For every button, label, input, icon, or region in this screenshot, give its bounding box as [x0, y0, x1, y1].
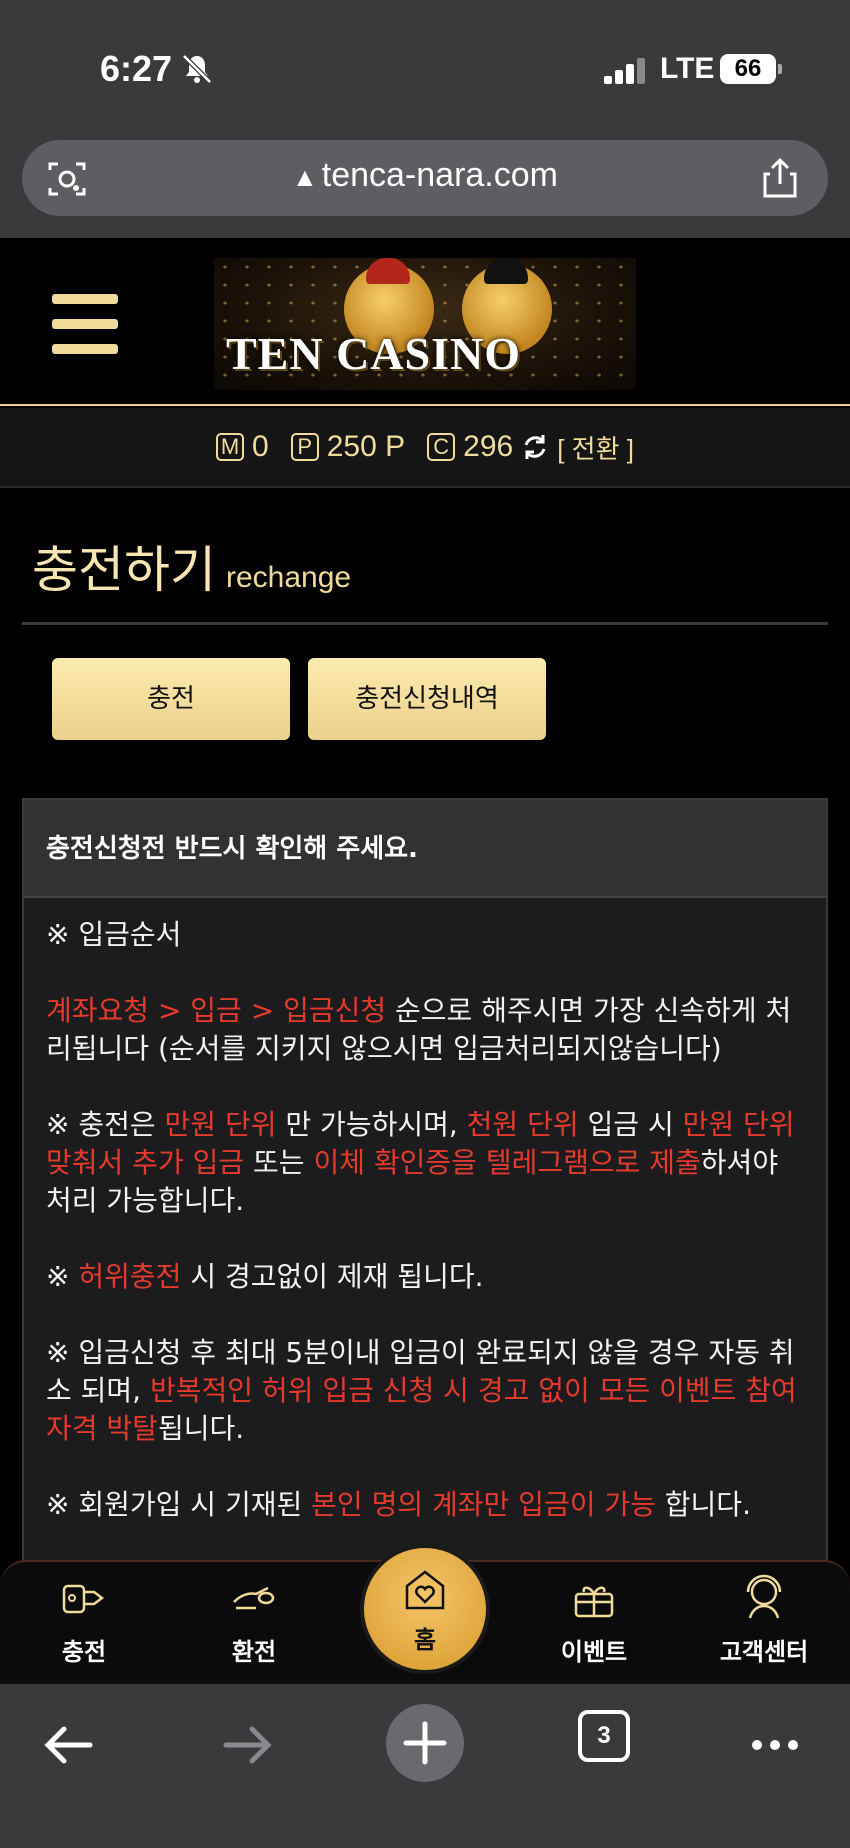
notice-order-steps: 계좌요청 > 입금 > 입금신청 순으로 해주시면 가장 신속하게 처리됩니다 …	[46, 994, 792, 1065]
forward-icon[interactable]	[212, 1710, 282, 1780]
gift-icon	[574, 1586, 614, 1618]
coin-icon: C	[427, 433, 456, 461]
nav-event[interactable]: 이벤트	[524, 1562, 664, 1686]
nav-exchange[interactable]: 환전	[184, 1562, 324, 1686]
page-title: 충전하기 rechange	[32, 530, 351, 602]
signal-icon	[604, 58, 646, 84]
nav-event-label: 이벤트	[560, 1638, 628, 1666]
page-subtitle: rechange	[226, 561, 352, 594]
notice-heading: 충전신청전 반드시 확인해 주세요.	[24, 800, 826, 898]
home-button[interactable]: 홈	[360, 1544, 490, 1674]
menu-icon[interactable]	[52, 294, 118, 354]
site-logo[interactable]: TEN CASINO	[214, 258, 636, 390]
notice-box: 충전신청전 반드시 확인해 주세요. ※ 입금순서 계좌요청 > 입금 > 입금…	[22, 798, 828, 1578]
notice-body: ※ 입금순서 계좌요청 > 입금 > 입금신청 순으로 해주시면 가장 신속하게…	[24, 898, 826, 1524]
nav-home-label: 홈	[413, 1626, 437, 1654]
nav-charge[interactable]: 충전	[14, 1562, 154, 1686]
convert-button[interactable]: [ 전환 ]	[557, 429, 634, 466]
more-icon[interactable]	[740, 1710, 810, 1780]
money-icon: M	[216, 433, 245, 461]
point-icon: P	[290, 433, 319, 461]
site-header: TEN CASINO	[0, 238, 850, 406]
nav-exchange-label: 환전	[231, 1638, 277, 1666]
nav-charge-label: 충전	[61, 1638, 107, 1666]
notice-unit-rule: ※ 충전은 만원 단위 만 가능하시며, 천원 단위 입금 시 만원 단위 맞춰…	[46, 1108, 795, 1217]
coin-balance: C 296 [ 전환 ]	[427, 429, 634, 466]
status-time: 6:27	[100, 48, 173, 89]
point-value: 250 P	[326, 430, 406, 463]
point-balance: P 250 P	[290, 430, 406, 464]
browser-chrome-top: 6:27 LTE 66 ▲ tenca-nara.com	[0, 0, 850, 238]
refresh-icon[interactable]	[521, 433, 549, 461]
headset-icon	[746, 1574, 782, 1619]
divider	[22, 622, 828, 625]
back-icon[interactable]	[34, 1710, 104, 1780]
notice-auto-cancel: ※ 입금신청 후 최대 5분이내 입금이 완료되지 않을 경우 자동 취소 되며…	[46, 1336, 797, 1445]
balance-bar: M 0 P 250 P C 296 [ 전환 ]	[0, 408, 850, 488]
tabs-count-button[interactable]: 3	[578, 1710, 630, 1762]
browser-toolbar: 3	[0, 1684, 850, 1848]
new-tab-icon[interactable]	[386, 1704, 464, 1782]
money-balance: M 0	[216, 430, 269, 464]
charge-history-tab-button[interactable]: 충전신청내역	[308, 658, 546, 740]
url-text[interactable]: ▲ tenca-nara.com	[22, 156, 828, 195]
page-title-text: 충전하기	[32, 541, 216, 599]
url-value: tenca-nara.com	[321, 156, 558, 194]
home-heart-icon	[405, 1570, 445, 1610]
notice-false-charge: ※ 허위충전 시 경고없이 제재 됩니다.	[46, 1260, 484, 1293]
nav-support[interactable]: 고객센터	[694, 1562, 834, 1686]
url-bar[interactable]: ▲ tenca-nara.com	[22, 140, 828, 216]
notice-own-account: ※ 회원가입 시 기재된 본인 명의 계좌만 입금이 가능 합니다.	[46, 1488, 751, 1521]
logo-text: TEN CASINO	[226, 328, 522, 379]
battery-icon: 66	[720, 54, 782, 84]
nav-support-label: 고객센터	[719, 1638, 809, 1666]
money-value: 0	[252, 430, 269, 463]
charge-tab-button[interactable]: 충전	[52, 658, 290, 740]
exchange-icon	[233, 1586, 275, 1610]
bell-off-icon	[182, 54, 212, 84]
warning-icon: ▲	[292, 162, 318, 192]
share-icon[interactable]	[760, 156, 800, 200]
notice-deposit-order: ※ 입금순서	[46, 918, 182, 951]
charge-icon	[62, 1584, 105, 1614]
coin-value: 296	[463, 430, 514, 463]
network-type: LTE	[660, 52, 715, 85]
